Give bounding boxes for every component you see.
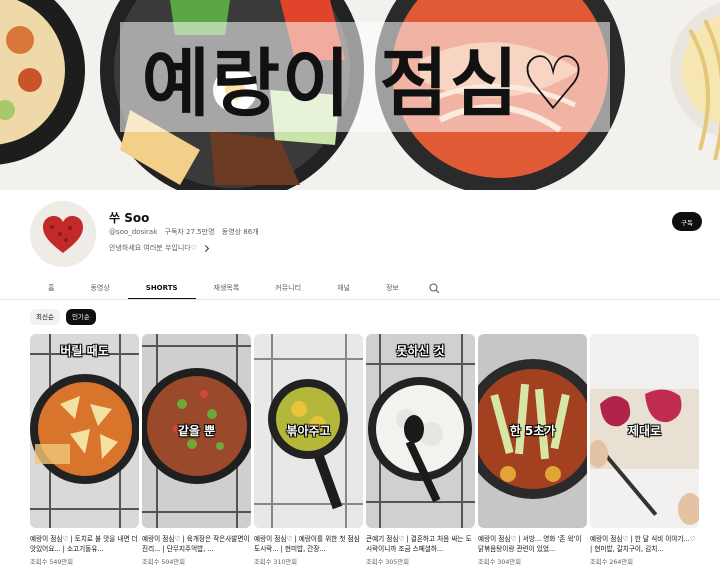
short-title[interactable]: 예랑이 점심♡ | 한 달 식비 이야기...♡ | 현미밥, 갈치구이, 김치…	[590, 534, 699, 554]
short-thumbnail[interactable]: 한 5초가	[478, 334, 587, 528]
banner-title: 예랑이 점심♡	[141, 40, 589, 127]
channel-name: 쑤 Soo	[109, 211, 150, 225]
chevron-right-icon	[201, 244, 210, 252]
short-card[interactable]: 한 5초가 예랑이 점심♡ | 서방... 영화 '존 윅'이 닭볶음탕이랑 관…	[478, 334, 587, 566]
short-overlay-text: 버릴 때도	[60, 344, 109, 358]
short-title[interactable]: 예랑이 점심♡ | 육개장은 작은사발면이 진리... | 단무지주먹밥, ..…	[142, 534, 251, 554]
short-card[interactable]: 버릴 때도 예랑이 점심♡ | 토치로 불 맛을 내면 더 맛있어요... | …	[30, 334, 139, 566]
channel-description-link[interactable]: 안녕하세요 여러분 쑤입니다♡	[109, 243, 210, 253]
tab-about[interactable]: 정보	[368, 276, 417, 300]
short-thumbnail[interactable]: 못하신 것	[366, 334, 475, 528]
channel-meta: @soo_dosirak 구독자 27.5만명 동영상 86개	[109, 227, 264, 237]
short-thumbnail[interactable]: 볶아주고	[254, 334, 363, 528]
channel-avatar[interactable]	[30, 201, 96, 267]
filter-latest[interactable]: 최신순	[30, 309, 60, 325]
subscriber-count: 구독자 27.5만명	[164, 228, 215, 236]
short-title[interactable]: 예랑이 점심♡ | 서방... 영화 '존 윅'이 닭볶음탕이랑 관련이 있었.…	[478, 534, 587, 554]
short-views: 조회수 305만회	[366, 559, 409, 566]
short-overlay-text: 제대로	[627, 424, 662, 438]
short-overlay-text: 볶아주고	[286, 424, 331, 438]
short-thumbnail[interactable]: 제대로	[590, 334, 699, 528]
sort-filters: 최신순 인기순	[30, 309, 96, 325]
short-card[interactable]: 같을 뿐 예랑이 점심♡ | 육개장은 작은사발면이 진리... | 단무지주먹…	[142, 334, 251, 566]
short-overlay-text: 못하신 것	[396, 344, 445, 358]
tab-videos[interactable]: 동영상	[72, 276, 127, 300]
short-card[interactable]: 못하신 것 큰예기 점심♡ | 결혼하고 처음 싸는 도시락이니까 조금 스페셜…	[366, 334, 475, 566]
short-title[interactable]: 예랑이 점심♡ | 토치로 불 맛을 내면 더 맛있어요... | 소고기돌유.…	[30, 534, 139, 554]
short-views: 조회수 304만회	[478, 559, 521, 566]
short-title[interactable]: 큰예기 점심♡ | 결혼하고 처음 싸는 도시락이니까 조금 스페셜하...	[366, 534, 475, 554]
short-overlay-text: 한 5초가	[509, 424, 556, 438]
short-card[interactable]: 볶아주고 예랑이 점심♡ | 예랑이를 위한 첫 점심 도시락... | 현미밥…	[254, 334, 363, 566]
tab-shorts[interactable]: SHORTS	[127, 276, 196, 300]
channel-banner: 예랑이 점심♡	[0, 0, 720, 190]
short-thumbnail[interactable]: 버릴 때도	[30, 334, 139, 528]
tabs-divider	[0, 299, 720, 300]
channel-handle: @soo_dosirak	[109, 228, 158, 236]
short-views: 조회수 310만회	[254, 559, 297, 566]
tab-home[interactable]: 홈	[30, 276, 72, 300]
short-views: 조회수 549만회	[30, 559, 73, 566]
channel-tabs: 홈 동영상 SHORTS 재생목록 커뮤니티 채널 정보	[30, 276, 447, 300]
short-views: 조회수 264만회	[590, 559, 633, 566]
short-overlay-text: 같을 뿐	[177, 424, 216, 438]
channel-description: 안녕하세요 여러분 쑤입니다♡	[109, 244, 198, 252]
search-icon[interactable]	[423, 276, 447, 300]
short-thumbnail[interactable]: 같을 뿐	[142, 334, 251, 528]
filter-popular[interactable]: 인기순	[65, 309, 96, 325]
tab-community[interactable]: 커뮤니티	[257, 276, 319, 300]
subscribe-button[interactable]: 구독	[672, 212, 702, 231]
short-views: 조회수 504만회	[142, 559, 185, 566]
tab-playlists[interactable]: 재생목록	[196, 276, 258, 300]
video-count: 동영상 86개	[221, 228, 259, 236]
tab-channels[interactable]: 채널	[319, 276, 368, 300]
shorts-grid: 버릴 때도 예랑이 점심♡ | 토치로 불 맛을 내면 더 맛있어요... | …	[30, 334, 699, 566]
short-title[interactable]: 예랑이 점심♡ | 예랑이를 위한 첫 점심 도시락... | 현미밥, 간장.…	[254, 534, 363, 554]
short-card[interactable]: 제대로 예랑이 점심♡ | 한 달 식비 이야기...♡ | 현미밥, 갈치구이…	[590, 334, 699, 566]
